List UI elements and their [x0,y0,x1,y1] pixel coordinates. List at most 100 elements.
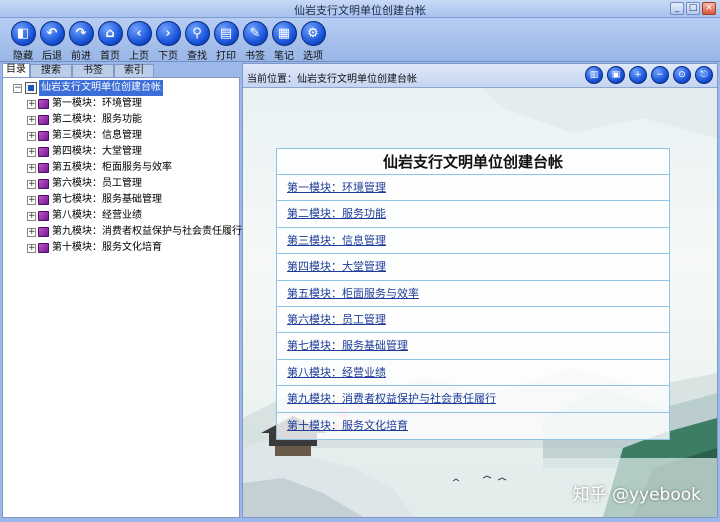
tree-item-label: 第十模块：服务文化培育 [52,242,162,253]
module-link-6[interactable]: 第六模块：员工管理 [287,313,386,326]
tree-item-8[interactable]: + 第八模块：经营业绩 [3,208,233,224]
module-link-2[interactable]: 第二模块：服务功能 [287,207,386,220]
book-icon [38,211,49,221]
expand-toggle[interactable]: + [27,244,36,253]
book-root-icon [25,82,37,94]
hide-icon: ◧ [10,21,36,46]
nav-tabs: 目录 搜索 书签 索引 [2,63,240,77]
tab-bookmarks[interactable]: 书签 [72,64,114,77]
zoom-out-icon[interactable]: − [651,66,669,84]
expand-toggle[interactable]: + [27,196,36,205]
expand-toggle[interactable]: + [27,100,36,109]
tree-item-7[interactable]: + 第七模块：服务基础管理 [3,192,233,208]
module-link-5[interactable]: 第五模块：柜面服务与效率 [287,287,419,300]
tree-item-2[interactable]: + 第二模块：服务功能 [3,112,233,128]
tree-item-label: 第三模块：信息管理 [52,130,142,141]
expand-toggle[interactable]: + [27,228,36,237]
options-label: 选项 [303,51,323,62]
panel-row: 第四模块：大堂管理 [277,254,669,281]
tree-root-label: 仙岩支行文明单位创建台帐 [39,80,163,96]
panel-title: 仙岩支行文明单位创建台帐 [277,149,669,175]
panel-row: 第五模块：柜面服务与效率 [277,281,669,307]
document-view: 仙岩支行文明单位创建台帐 第一模块：环境管理 第二模块：服务功能 第三模块：信息… [243,88,717,517]
view-controls: ▥ ▣ + − ⊙ ⎋ [585,66,713,84]
contents-tree[interactable]: − 仙岩支行文明单位创建台帐 + 第一模块：环境管理 + 第二模块：服务功能 +… [2,77,242,518]
module-link-9[interactable]: 第九模块：消费者权益保护与社会责任履行 [287,392,496,405]
document-pane: 当前位置：仙岩支行文明单位创建台帐 ▥ ▣ + − ⊙ ⎋ 仙岩支行文明单位创建… [242,63,718,518]
tree-item-1[interactable]: + 第一模块：环境管理 [3,96,233,112]
book-icon [38,131,49,141]
panel-row: 第九模块：消费者权益保护与社会责任履行 [277,386,669,413]
contents-icon[interactable]: ▥ [585,66,603,84]
navigation-pane: 目录 搜索 书签 索引 − 仙岩支行文明单位创建台帐 + 第一模块：环境管理 +… [2,63,242,518]
panel-row: 第三模块：信息管理 [277,228,669,255]
module-link-4[interactable]: 第四模块：大堂管理 [287,260,386,273]
expand-toggle[interactable]: + [27,180,36,189]
tree-item-9[interactable]: + 第九模块：消费者权益保护与社会责任履行 [3,224,242,240]
location-text: 当前位置：仙岩支行文明单位创建台帐 [247,70,417,85]
tab-search[interactable]: 搜索 [30,64,72,77]
minimize-button[interactable]: _ [670,2,684,15]
expand-toggle[interactable]: + [27,116,36,125]
tree-item-label: 第四模块：大堂管理 [52,146,142,157]
panel-row: 第一模块：环境管理 [277,175,669,202]
print-icon: ▤ [213,21,239,46]
tree-item-3[interactable]: + 第三模块：信息管理 [3,128,233,144]
maximize-button[interactable]: □ [686,2,700,15]
exit-icon[interactable]: ⎋ [695,66,713,84]
expand-toggle[interactable]: + [27,212,36,221]
prev-page-icon: ‹ [126,21,152,46]
book-icon [38,99,49,109]
forward-icon: ↷ [68,21,94,46]
panel-row: 第十模块：服务文化培育 [277,413,669,439]
module-link-1[interactable]: 第一模块：环境管理 [287,181,386,194]
location-label: 当前位置： [247,74,297,85]
tree-item-label: 第六模块：员工管理 [52,178,142,189]
book-icon [38,147,49,157]
tree-item-label: 第五模块：柜面服务与效率 [52,162,172,173]
note-icon: ▦ [271,21,297,46]
module-link-7[interactable]: 第七模块：服务基础管理 [287,339,408,352]
expand-toggle[interactable]: + [27,148,36,157]
window-controls: _ □ × [670,2,716,15]
tree-item-4[interactable]: + 第四模块：大堂管理 [3,144,233,160]
module-link-8[interactable]: 第八模块：经营业绩 [287,366,386,379]
tree-root[interactable]: − 仙岩支行文明单位创建台帐 [3,80,233,96]
module-link-10[interactable]: 第十模块：服务文化培育 [287,419,408,432]
panel-row: 第二模块：服务功能 [277,201,669,228]
tree-item-label: 第九模块：消费者权益保护与社会责任履行 [52,226,242,237]
main-toolbar: ◧ 隐藏 ↶ 后退 ↷ 前进 ⌂ 首页 ‹ 上页 › 下页 ⚲ 查找 ▤ 打印 … [0,18,720,62]
tree-item-10[interactable]: + 第十模块：服务文化培育 [3,240,233,256]
close-button[interactable]: × [702,2,716,15]
tree-item-label: 第七模块：服务基础管理 [52,194,162,205]
expand-toggle[interactable]: + [27,164,36,173]
tree-item-label: 第八模块：经营业绩 [52,210,142,221]
fullscreen-icon[interactable]: ▣ [607,66,625,84]
tab-contents[interactable]: 目录 [2,63,30,77]
find-icon: ⚲ [184,21,210,46]
expand-toggle[interactable]: + [27,132,36,141]
back-icon: ↶ [39,21,65,46]
location-bar: 当前位置：仙岩支行文明单位创建台帐 ▥ ▣ + − ⊙ ⎋ [243,64,717,88]
module-link-3[interactable]: 第三模块：信息管理 [287,234,386,247]
options-icon: ⚙ [300,21,326,46]
tree-item-label: 第一模块：环境管理 [52,98,142,109]
window-title: 仙岩支行文明单位创建台帐 [294,4,426,17]
collapse-toggle[interactable]: − [13,84,22,93]
book-icon [38,195,49,205]
tree-item-5[interactable]: + 第五模块：柜面服务与效率 [3,160,233,176]
location-value: 仙岩支行文明单位创建台帐 [297,74,417,85]
window-titlebar: 仙岩支行文明单位创建台帐 _ □ × [0,0,720,18]
next-page-icon: › [155,21,181,46]
book-icon [38,227,49,237]
tree-item-label: 第二模块：服务功能 [52,114,142,125]
zoom-in-icon[interactable]: + [629,66,647,84]
tab-index[interactable]: 索引 [114,64,154,77]
options-button[interactable]: ⚙ 选项 [296,21,330,62]
watermark: 知乎 @yyebook [572,485,701,505]
tree-item-6[interactable]: + 第六模块：员工管理 [3,176,233,192]
zoom-fit-icon[interactable]: ⊙ [673,66,691,84]
home-icon: ⌂ [97,21,123,46]
panel-row: 第六模块：员工管理 [277,307,669,334]
panel-row: 第七模块：服务基础管理 [277,333,669,360]
